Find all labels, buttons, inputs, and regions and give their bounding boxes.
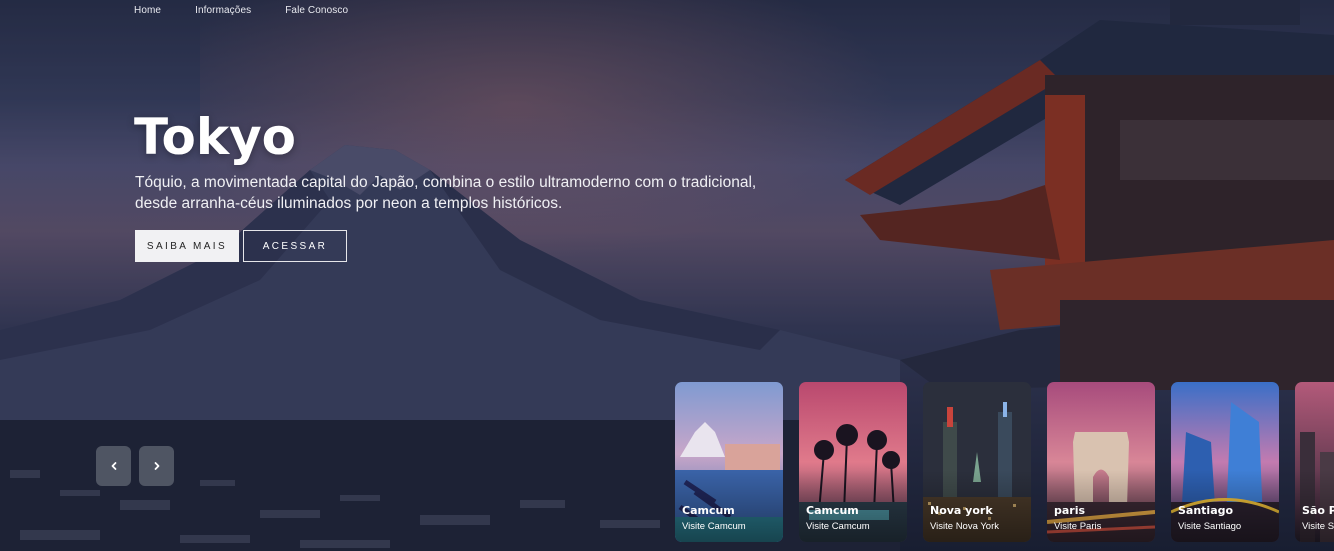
saiba-mais-button[interactable]: SAIBA MAIS: [135, 230, 239, 262]
card-title: Camcum: [806, 504, 859, 517]
card-subtitle: Visite Paris: [1054, 521, 1102, 532]
card-subtitle: Visite Camcum: [682, 521, 746, 532]
card-title: Santiago: [1178, 504, 1234, 517]
card-title: Nova york: [930, 504, 993, 517]
card-subtitle: Visite São Paulo: [1302, 521, 1334, 532]
chevron-left-icon: [111, 462, 116, 470]
hero-description-line-2: desde arranha-céus iluminados por neon a…: [135, 195, 563, 212]
hero-title: Tokyo: [134, 108, 297, 166]
hero-description: Tóquio, a movimentada capital do Japão, …: [135, 172, 835, 214]
destination-card[interactable]: Camcum Visite Camcum: [799, 382, 907, 542]
nav-home-link[interactable]: Home: [134, 5, 161, 16]
carousel-prev-button[interactable]: [96, 446, 131, 486]
card-title: paris: [1054, 504, 1086, 517]
carousel-next-button[interactable]: [139, 446, 174, 486]
top-nav: Home Informações Fale Conosco: [134, 5, 348, 16]
destination-carousel: Camcum Visite Camcum Camcum Visite Camcu…: [675, 382, 1334, 542]
card-subtitle: Visite Camcum: [806, 521, 870, 532]
destination-card[interactable]: São Paulo Visite São Paulo: [1295, 382, 1334, 542]
card-subtitle: Visite Nova York: [930, 521, 1000, 532]
hero-description-line-1: Tóquio, a movimentada capital do Japão, …: [135, 174, 757, 191]
destination-card[interactable]: paris Visite Paris: [1047, 382, 1155, 542]
nav-informacoes-link[interactable]: Informações: [195, 5, 251, 16]
acessar-button[interactable]: ACESSAR: [243, 230, 347, 262]
nav-fale-conosco-link[interactable]: Fale Conosco: [285, 5, 348, 16]
card-subtitle: Visite Santiago: [1178, 521, 1242, 532]
card-title: Camcum: [682, 504, 735, 517]
card-title: São Paulo: [1302, 504, 1334, 517]
destination-card[interactable]: Nova york Visite Nova York: [923, 382, 1031, 542]
chevron-right-icon: [154, 462, 159, 470]
destination-card[interactable]: Camcum Visite Camcum: [675, 382, 783, 542]
destination-card[interactable]: Santiago Visite Santiago: [1171, 382, 1279, 542]
